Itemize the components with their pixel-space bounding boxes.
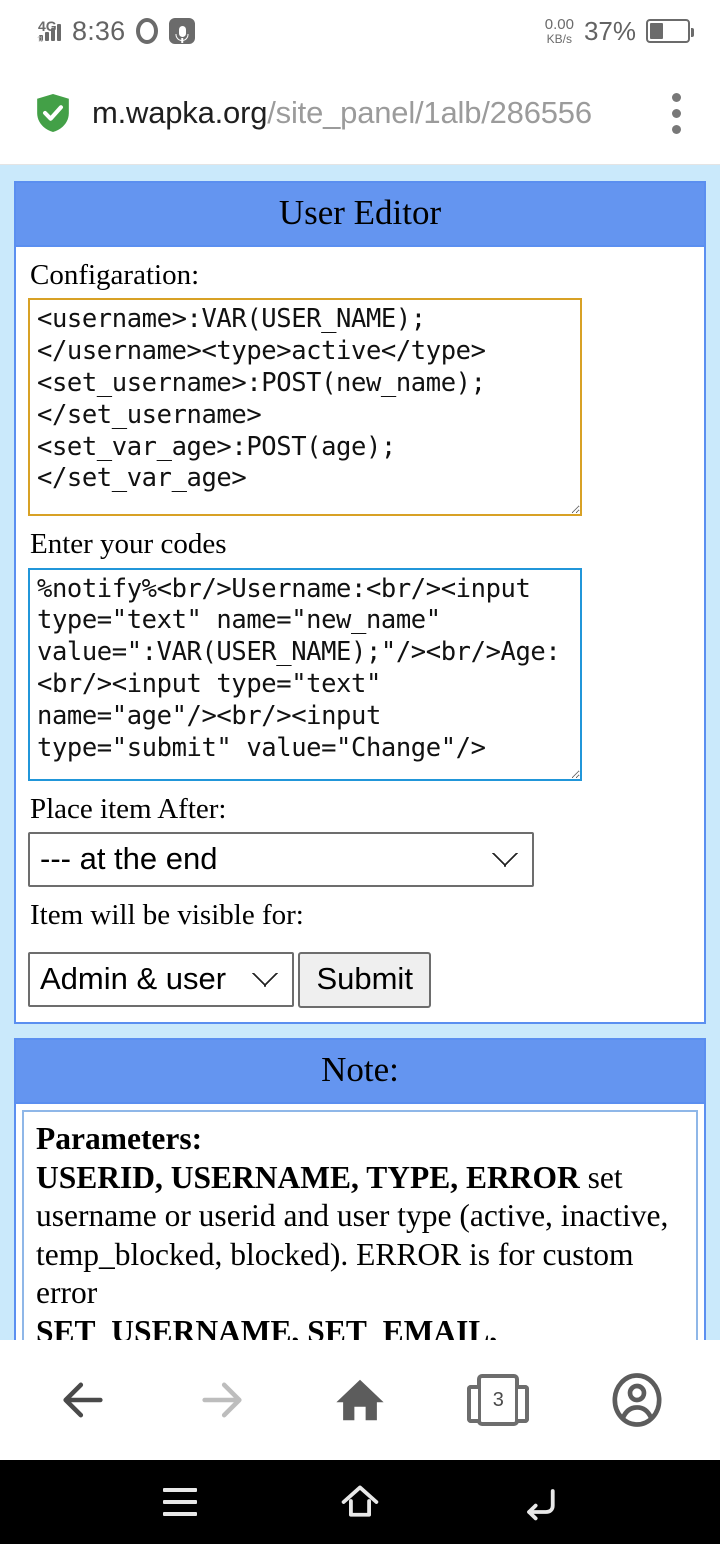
home-icon	[336, 1379, 384, 1421]
note-content-box: Parameters: USERID, USERNAME, TYPE, ERRO…	[22, 1110, 698, 1340]
browser-forward-button[interactable]	[177, 1355, 267, 1445]
note-params-bold-2: SET_USERNAME, SET_EMAIL, SET_PASSWORD, S…	[36, 1313, 498, 1340]
tabs-count-label: 3	[492, 1388, 504, 1411]
signal-strength-icon: 4G ⇅	[37, 17, 61, 44]
browser-profile-button[interactable]	[592, 1355, 682, 1445]
system-home-button[interactable]	[325, 1472, 395, 1532]
user-editor-panel: User Editor Configaration: <username>:VA…	[14, 181, 706, 1025]
url-display[interactable]: m.wapka.org/site_panel/1alb/286556	[92, 95, 638, 131]
codes-textarea[interactable]: %notify%<br/>Username:<br/><input type="…	[28, 567, 582, 781]
browser-home-button[interactable]	[315, 1355, 405, 1445]
tabs-count-icon: 3	[467, 1374, 530, 1426]
note-text: Parameters: USERID, USERNAME, TYPE, ERRO…	[36, 1120, 686, 1340]
user-editor-form: Configaration: <username>:VAR(USER_NAME)…	[16, 247, 704, 1022]
data-rate-value: 0.00	[544, 15, 574, 33]
note-panel: Note: Parameters: USERID, USERNAME, TYPE…	[14, 1038, 706, 1340]
system-recents-button[interactable]	[145, 1472, 215, 1532]
microphone-icon	[169, 18, 196, 44]
status-bar-clock: 8:36	[72, 15, 126, 46]
home-outline-icon	[341, 1485, 379, 1517]
browser-bottom-nav: 3	[0, 1340, 720, 1460]
url-path: /site_panel/1alb/286556	[267, 95, 592, 130]
account-icon	[612, 1373, 662, 1427]
web-page-content: User Editor Configaration: <username>:VA…	[0, 165, 720, 1340]
item-visibility-select[interactable]: Admin & user	[28, 952, 294, 1008]
android-system-nav	[0, 1460, 720, 1544]
back-arrow-icon	[63, 1382, 103, 1418]
status-bar-right: 0.00 KB/s 37%	[545, 15, 694, 47]
forward-arrow-icon	[201, 1382, 242, 1418]
submit-button[interactable]: Submit	[298, 952, 431, 1009]
data-transfer-arrows-icon: ⇅	[37, 34, 44, 44]
item-visibility-label: Item will be visible for:	[30, 899, 304, 932]
note-heading: Parameters:	[36, 1121, 203, 1157]
opera-logo-icon	[136, 18, 159, 44]
browser-tabs-button[interactable]: 3	[453, 1355, 543, 1445]
place-item-after-label: Place item After:	[30, 792, 227, 825]
menu-recents-icon	[163, 1488, 197, 1516]
note-params-bold-1: USERID, USERNAME, TYPE, ERROR	[36, 1159, 580, 1195]
configuration-label: Configaration:	[30, 259, 200, 291]
battery-icon	[646, 19, 694, 43]
battery-percent-label: 37%	[583, 15, 636, 46]
user-editor-panel-title: User Editor	[16, 183, 704, 247]
system-back-button[interactable]	[505, 1472, 575, 1532]
kebab-menu-icon[interactable]	[658, 92, 694, 134]
codes-label: Enter your codes	[30, 528, 227, 561]
data-rate-unit: KB/s	[546, 31, 573, 46]
configuration-textarea[interactable]: <username>:VAR(USER_NAME); </username><t…	[28, 298, 582, 517]
android-status-bar: 4G ⇅ 8:36 0.00 KB/s 37%	[0, 0, 720, 62]
browser-url-bar[interactable]: m.wapka.org/site_panel/1alb/286556	[0, 62, 720, 165]
green-shield-check-icon	[37, 94, 69, 132]
back-curved-arrow-icon	[527, 1489, 555, 1521]
place-item-after-select[interactable]: --- at the end	[28, 832, 534, 888]
browser-back-button[interactable]	[38, 1355, 128, 1445]
network-type-label: 4G	[38, 17, 57, 34]
note-panel-title: Note:	[16, 1040, 704, 1105]
data-rate-indicator: 0.00 KB/s	[545, 17, 574, 45]
status-bar-left: 4G ⇅ 8:36	[37, 15, 196, 46]
url-host: m.wapka.org	[92, 95, 268, 130]
